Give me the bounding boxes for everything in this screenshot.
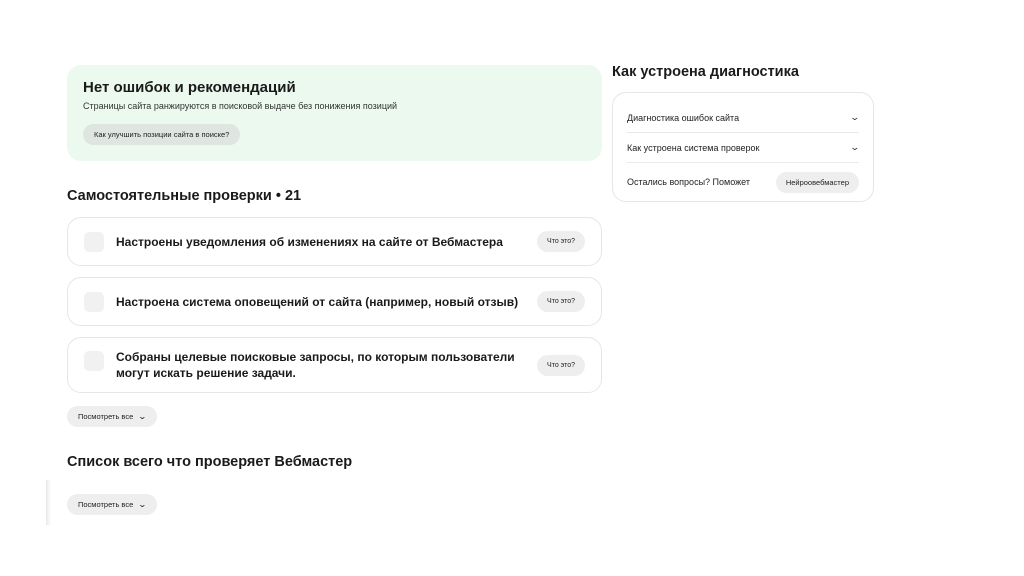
what-is-this-button[interactable]: Что это?: [537, 291, 585, 312]
check-text: Настроены уведомления об изменениях на с…: [116, 234, 503, 249]
diagnostics-card: Диагностика ошибок сайта ⌄ Как устроена …: [612, 92, 874, 202]
neuro-webmaster-button[interactable]: Нейроовебмастер: [775, 171, 859, 193]
help-text: Остались вопросы? Поможет: [627, 177, 750, 187]
check-checkbox[interactable]: [84, 231, 104, 252]
accordion-error-diagnostics[interactable]: Диагностика ошибок сайта ⌄: [627, 103, 861, 133]
check-checkbox[interactable]: [84, 291, 104, 312]
check-text: Собраны целевые поисковые запросы, по ко…: [116, 350, 515, 380]
what-is-this-button[interactable]: Что это?: [537, 354, 585, 376]
check-card: Настроена система оповещений от сайта (н…: [67, 277, 602, 326]
chevron-down-icon: ⌄: [137, 499, 148, 509]
chevron-down-icon: ⌄: [849, 112, 861, 122]
see-all-label: Посмотреть все: [78, 412, 134, 421]
diagnostics-title: Как устроена диагностика: [612, 64, 799, 80]
chevron-down-icon: ⌄: [849, 142, 861, 152]
see-all-label: Посмотреть все: [78, 500, 134, 509]
check-checkbox[interactable]: [84, 351, 104, 371]
accordion-label: Как устроена система проверок: [627, 142, 760, 153]
chevron-down-icon: ⌄: [137, 411, 148, 421]
webmaster-list-title: Список всего что проверяет Вебмастер: [67, 454, 353, 470]
check-card: Собраны целевые поисковые запросы, по ко…: [67, 337, 602, 393]
see-all-webmaster-button[interactable]: Посмотреть все ⌄: [67, 494, 157, 515]
self-checks-title: Самостоятельные проверки • 21: [67, 188, 302, 204]
see-all-checks-button[interactable]: Посмотреть все ⌄: [67, 406, 157, 427]
edge-shadow: [46, 480, 51, 525]
accordion-label: Диагностика ошибок сайта: [627, 112, 740, 123]
accordion-check-system[interactable]: Как устроена система проверок ⌄: [627, 133, 861, 163]
status-card: Нет ошибок и рекомендаций Страницы сайта…: [67, 65, 602, 161]
improve-positions-button[interactable]: Как улучшить позиции сайта в поиске?: [83, 124, 241, 145]
what-is-this-button[interactable]: Что это?: [537, 231, 585, 252]
help-row: Остались вопросы? Поможет Нейроовебмасте…: [627, 163, 859, 201]
check-text: Настроена система оповещений от сайта (н…: [116, 294, 519, 309]
status-subtitle: Страницы сайта ранжируются в поисковой в…: [83, 101, 398, 111]
check-card: Настроены уведомления об изменениях на с…: [67, 217, 602, 266]
status-title: Нет ошибок и рекомендаций: [83, 79, 296, 96]
